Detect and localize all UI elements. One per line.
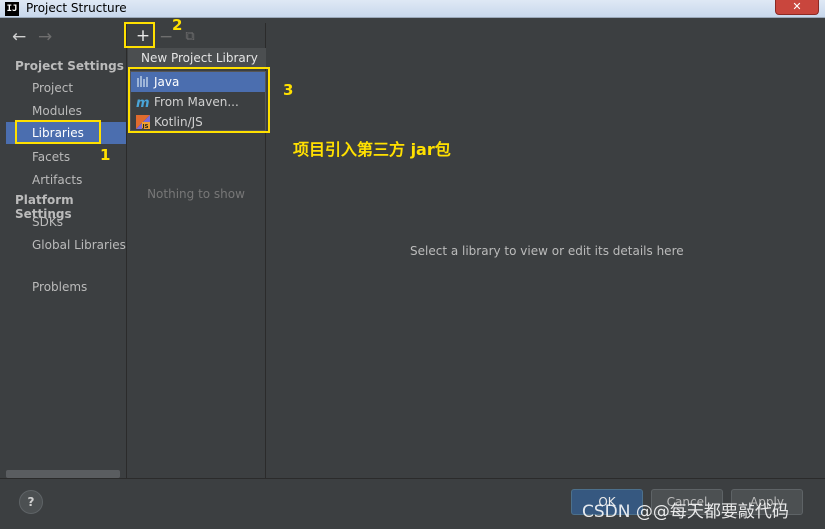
window-close-button[interactable]: ✕: [775, 0, 819, 15]
sidebar-item-global-libraries[interactable]: Global Libraries: [6, 234, 126, 256]
intellij-app-icon: IJ: [5, 2, 19, 16]
sidebar-item-sdks[interactable]: SDKs: [6, 211, 126, 233]
annotation-box-popup-menu: [128, 67, 270, 133]
settings-sidebar: ← → Project Settings Project Modules Libr…: [6, 23, 126, 478]
window-title: Project Structure: [26, 1, 127, 15]
sidebar-item-problems[interactable]: Problems: [6, 276, 126, 298]
csdn-watermark: CSDN @@每天都要敲代码: [582, 502, 789, 522]
sidebar-item-modules[interactable]: Modules: [6, 100, 126, 122]
annotation-step-3: 3: [283, 81, 294, 99]
help-button[interactable]: ?: [19, 490, 43, 514]
project-settings-header: Project Settings: [15, 59, 124, 73]
title-bar: IJ Project Structure ✕: [0, 0, 825, 18]
back-arrow-icon[interactable]: ←: [12, 27, 38, 47]
copy-library-button[interactable]: ⧉: [183, 27, 197, 47]
annotation-box-libraries: [15, 120, 101, 144]
annotation-note: 项目引入第三方 jar包: [293, 140, 451, 159]
sidebar-item-artifacts[interactable]: Artifacts: [6, 169, 126, 191]
copy-icon: ⧉: [185, 29, 195, 44]
annotation-step-2: 2: [172, 16, 183, 34]
sidebar-horizontal-scrollbar[interactable]: [6, 470, 120, 478]
sidebar-item-project[interactable]: Project: [6, 77, 126, 99]
forward-arrow-icon[interactable]: →: [38, 27, 64, 47]
annotation-box-add-button: [124, 22, 155, 48]
empty-list-text: Nothing to show: [147, 187, 245, 201]
footer-divider: [0, 478, 825, 479]
library-details-placeholder: Select a library to view or edit its det…: [410, 244, 684, 258]
remove-library-button[interactable]: −: [159, 27, 173, 47]
annotation-step-1: 1: [100, 146, 111, 164]
new-project-library-popup-title: New Project Library: [128, 48, 266, 68]
history-nav: ← →: [12, 27, 64, 47]
help-icon: ?: [27, 495, 35, 509]
